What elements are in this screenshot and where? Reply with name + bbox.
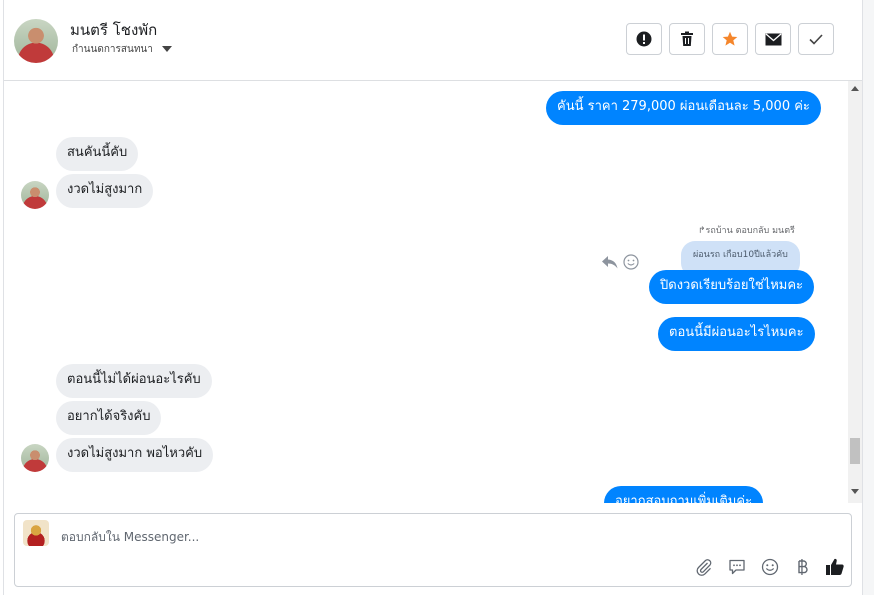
envelope-icon: [765, 33, 781, 45]
reply-composer: [14, 513, 852, 587]
sender-avatar[interactable]: [21, 444, 49, 472]
saved-replies-button[interactable]: [726, 556, 748, 578]
react-emoji-icon[interactable]: [623, 254, 639, 270]
sender-avatar[interactable]: [21, 181, 49, 209]
reply-icon[interactable]: [601, 254, 619, 270]
conversation-header: มนตรี โชงพัก กำนนดการสนทนา: [4, 0, 862, 81]
message-scrollbar[interactable]: [848, 81, 862, 503]
message-incoming[interactable]: ตอนนี้ไม่ได้ผ่อนอะไรคับ: [56, 364, 212, 398]
message-incoming[interactable]: งวดไม่สูงมาก: [56, 174, 154, 208]
trash-icon: [681, 31, 693, 46]
like-button[interactable]: [824, 556, 846, 578]
message-outgoing[interactable]: อยากสอบถามเพิ่มเติมค่ะ: [604, 486, 764, 503]
attach-icon: [696, 559, 712, 576]
conversation-status-dropdown[interactable]: กำนนดการสนทนา: [72, 42, 173, 57]
thumbs-up-icon: [826, 558, 844, 575]
mark-spam-button[interactable]: [626, 23, 662, 55]
exclamation-icon: [636, 31, 652, 47]
window-edge: [863, 0, 874, 595]
scroll-up-arrow[interactable]: [851, 86, 859, 91]
message-incoming[interactable]: อยากได้จริงคับ: [56, 401, 162, 435]
reply-input[interactable]: [59, 526, 663, 548]
message-outgoing[interactable]: ปิดงวดเรียบร้อยใช่ไหมคะ: [649, 270, 815, 304]
message-outgoing[interactable]: คันนี้ ราคา 279,000 ผ่อนเดือนละ 5,000 ค่…: [546, 91, 821, 125]
message-incoming[interactable]: สนคันนี้คับ: [56, 137, 139, 171]
page-avatar: [23, 520, 49, 546]
emoji-icon: [761, 558, 779, 576]
message-incoming[interactable]: งวดไม่สูงมาก พอไหวคับ: [56, 438, 214, 472]
payment-button[interactable]: [791, 556, 813, 578]
star-icon: [722, 31, 738, 46]
emoji-button[interactable]: [759, 556, 781, 578]
done-button[interactable]: [798, 23, 834, 55]
message-outgoing[interactable]: ตอนนี้มีผ่อนอะไรไหมคะ: [658, 317, 815, 351]
conversation-panel: มนตรี โชงพัก กำนนดการสนทนา คันนี้ ราคา 2…: [3, 0, 863, 595]
conversation-status-label: กำนนดการสนทนา: [72, 44, 153, 55]
attach-button[interactable]: [693, 556, 715, 578]
scroll-down-arrow[interactable]: [851, 489, 859, 494]
caret-down-icon: [162, 46, 173, 52]
mark-unread-button[interactable]: [755, 23, 791, 55]
contact-avatar[interactable]: [14, 19, 58, 63]
delete-button[interactable]: [669, 23, 705, 55]
contact-name[interactable]: มนตรี โชงพัก: [70, 18, 157, 42]
message-list[interactable]: คันนี้ ราคา 279,000 ผ่อนเดือนละ 5,000 ค่…: [4, 81, 847, 503]
chat-icon: [729, 559, 745, 575]
check-icon: [809, 33, 823, 45]
baht-icon: [798, 559, 808, 575]
reply-context-note: ↱รถบ้าน ตอบกลับ มนตรี: [698, 226, 795, 236]
scroll-thumb[interactable]: [850, 438, 860, 464]
star-button[interactable]: [712, 23, 748, 55]
